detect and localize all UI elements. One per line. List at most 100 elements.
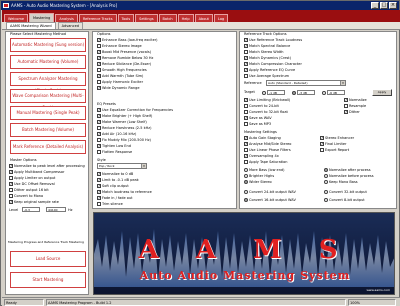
style-select[interactable]: Pop / Rock ▾ <box>97 163 147 169</box>
checkbox[interactable] <box>9 200 13 204</box>
checkbox[interactable] <box>9 170 13 174</box>
level-input[interactable]: -0.3 <box>22 207 40 212</box>
checkbox[interactable] <box>244 62 248 66</box>
target-opt-2[interactable]: -6 dB <box>322 90 345 95</box>
checkbox[interactable] <box>244 38 248 42</box>
setting-0[interactable]: Auto Gain Staging <box>244 136 281 140</box>
tab-log[interactable]: Log <box>213 14 229 22</box>
checkbox[interactable] <box>320 136 324 140</box>
mid-opt-0[interactable]: Enhance Bass (low-freq exciter) <box>97 38 158 42</box>
mid-opt-5[interactable]: Smooth High Frequencies <box>97 68 147 72</box>
option-mono[interactable]: Convert to Mono <box>9 194 43 198</box>
checkbox[interactable] <box>97 150 101 154</box>
checkbox[interactable] <box>244 160 248 164</box>
mid-opt-8[interactable]: Wide Dynamic Range <box>97 86 140 90</box>
checkbox[interactable] <box>244 116 248 120</box>
load-source-button[interactable]: Load Source <box>10 251 86 267</box>
checkbox[interactable] <box>97 68 101 72</box>
subtab-wizard[interactable]: AAMS Mastering Wizard <box>6 22 56 29</box>
checkbox[interactable] <box>97 38 101 42</box>
radio[interactable] <box>244 198 248 202</box>
check2-2[interactable]: Dither <box>344 110 360 114</box>
option-limiter[interactable]: Apply Limiter on output <box>9 176 55 180</box>
target-input[interactable]: -3 dB <box>297 90 315 95</box>
mid-opt-2[interactable]: Boost Mid Presence (vocals) <box>97 50 151 54</box>
limit-opt-2[interactable]: Convert to 32-bit float <box>244 110 288 114</box>
batch-mastering-button[interactable]: Batch Mastering (Volume) <box>10 123 86 137</box>
target-input[interactable]: -6 dB <box>327 90 345 95</box>
check2-0[interactable]: Normalize <box>344 98 367 102</box>
pair-3-a[interactable]: Convert 24-bit output WAV <box>244 190 296 194</box>
checkbox[interactable] <box>9 182 13 186</box>
radio[interactable] <box>244 180 248 184</box>
chevron-down-icon[interactable]: ▾ <box>340 81 345 85</box>
auto-mastering-volume-button[interactable]: Automatic Mastering (Volume) <box>10 55 86 69</box>
tab-reference[interactable]: Reference Tracks <box>78 14 117 22</box>
subtab-advanced[interactable]: Advanced <box>57 22 83 29</box>
reference-select[interactable]: Auto (Standard - Detailed) ▾ <box>266 80 346 86</box>
radio[interactable] <box>324 168 328 172</box>
option-keep-rate[interactable]: Keep original sample rate <box>9 200 59 204</box>
checkbox[interactable] <box>97 172 101 176</box>
checkbox[interactable] <box>97 108 101 112</box>
freq-input[interactable]: 44100 <box>46 207 66 212</box>
eq-opt-5[interactable]: Fix Muddy Mix (200-500 Hz) <box>97 138 151 142</box>
limit-opt-0[interactable]: Use Limiting (Brickwall) <box>244 98 290 102</box>
pair-0-a[interactable]: More Bass (low end) <box>244 168 285 172</box>
target-input[interactable]: -1 dB <box>267 90 285 95</box>
radio[interactable] <box>324 180 328 184</box>
tab-mastering[interactable]: Mastering <box>29 13 55 22</box>
checkbox[interactable] <box>244 122 248 126</box>
manual-mastering-button[interactable]: Manual Mastering (Single Peak) <box>10 106 86 120</box>
checkbox[interactable] <box>244 154 248 158</box>
apply-button[interactable]: Apply <box>372 89 392 96</box>
radio[interactable] <box>244 190 248 194</box>
option-normalize[interactable]: Normalize to peak level after processing <box>9 164 85 168</box>
checkbox[interactable] <box>97 80 101 84</box>
checkbox[interactable] <box>97 132 101 136</box>
checkbox[interactable] <box>344 110 348 114</box>
maximize-button[interactable]: □ <box>380 2 388 9</box>
chevron-down-icon[interactable]: ▾ <box>141 164 146 168</box>
style-opt-2[interactable]: Soft clip output <box>97 184 129 188</box>
pair-1-a[interactable]: Brighter Highs <box>244 174 274 178</box>
style-opt-3[interactable]: Match loudness to reference <box>97 190 152 194</box>
checkbox[interactable] <box>9 164 13 168</box>
option-dither[interactable]: Dither output 16 bit <box>9 188 49 192</box>
eq-opt-7[interactable]: Flatten Response <box>97 150 132 154</box>
checkbox[interactable] <box>244 104 248 108</box>
style-opt-4[interactable]: Fade in / fade out <box>97 196 133 200</box>
checkbox[interactable] <box>9 188 13 192</box>
mid-opt-4[interactable]: Reduce Sibilance (De-Esser) <box>97 62 151 66</box>
start-mastering-button[interactable]: Start Mastering <box>10 272 86 288</box>
checkbox[interactable] <box>97 120 101 124</box>
pair-3-b[interactable]: Convert 32-bit output <box>324 190 367 194</box>
checkbox[interactable] <box>244 110 248 114</box>
checkbox[interactable] <box>244 136 248 140</box>
checkbox[interactable] <box>97 190 101 194</box>
setting-6[interactable]: Final Limiter <box>320 142 346 146</box>
checkbox[interactable] <box>244 148 248 152</box>
target-opt-1[interactable]: -3 dB <box>292 90 315 95</box>
checkbox[interactable] <box>97 126 101 130</box>
eq-opt-4[interactable]: Add Air (10-16 kHz) <box>97 132 136 136</box>
setting-2[interactable]: Use Linear Phase Filters <box>244 148 291 152</box>
tab-analysis[interactable]: Analysis <box>55 14 78 22</box>
radio[interactable] <box>322 90 326 95</box>
checkbox[interactable] <box>97 62 101 66</box>
checkbox[interactable] <box>97 138 101 142</box>
radio[interactable] <box>292 90 296 95</box>
limit-opt-3[interactable]: Save as WAV <box>244 116 272 120</box>
limit-opt-4[interactable]: Save as MP3 <box>244 122 271 126</box>
radio[interactable] <box>244 174 248 178</box>
checkbox[interactable] <box>244 98 248 102</box>
style-opt-0[interactable]: Normalize to 0 dB <box>97 172 133 176</box>
ref-opt-5[interactable]: Apply Reference EQ Curve <box>244 68 295 72</box>
mid-opt-1[interactable]: Enhance Stereo Image <box>97 44 142 48</box>
setting-7[interactable]: Export Report <box>320 148 349 152</box>
checkbox[interactable] <box>344 98 348 102</box>
checkbox[interactable] <box>97 56 101 60</box>
ref-opt-6[interactable]: Use Average Spectrum <box>244 74 289 78</box>
close-button[interactable]: × <box>389 2 397 9</box>
pair-0-b[interactable]: Normalize after process <box>324 168 371 172</box>
